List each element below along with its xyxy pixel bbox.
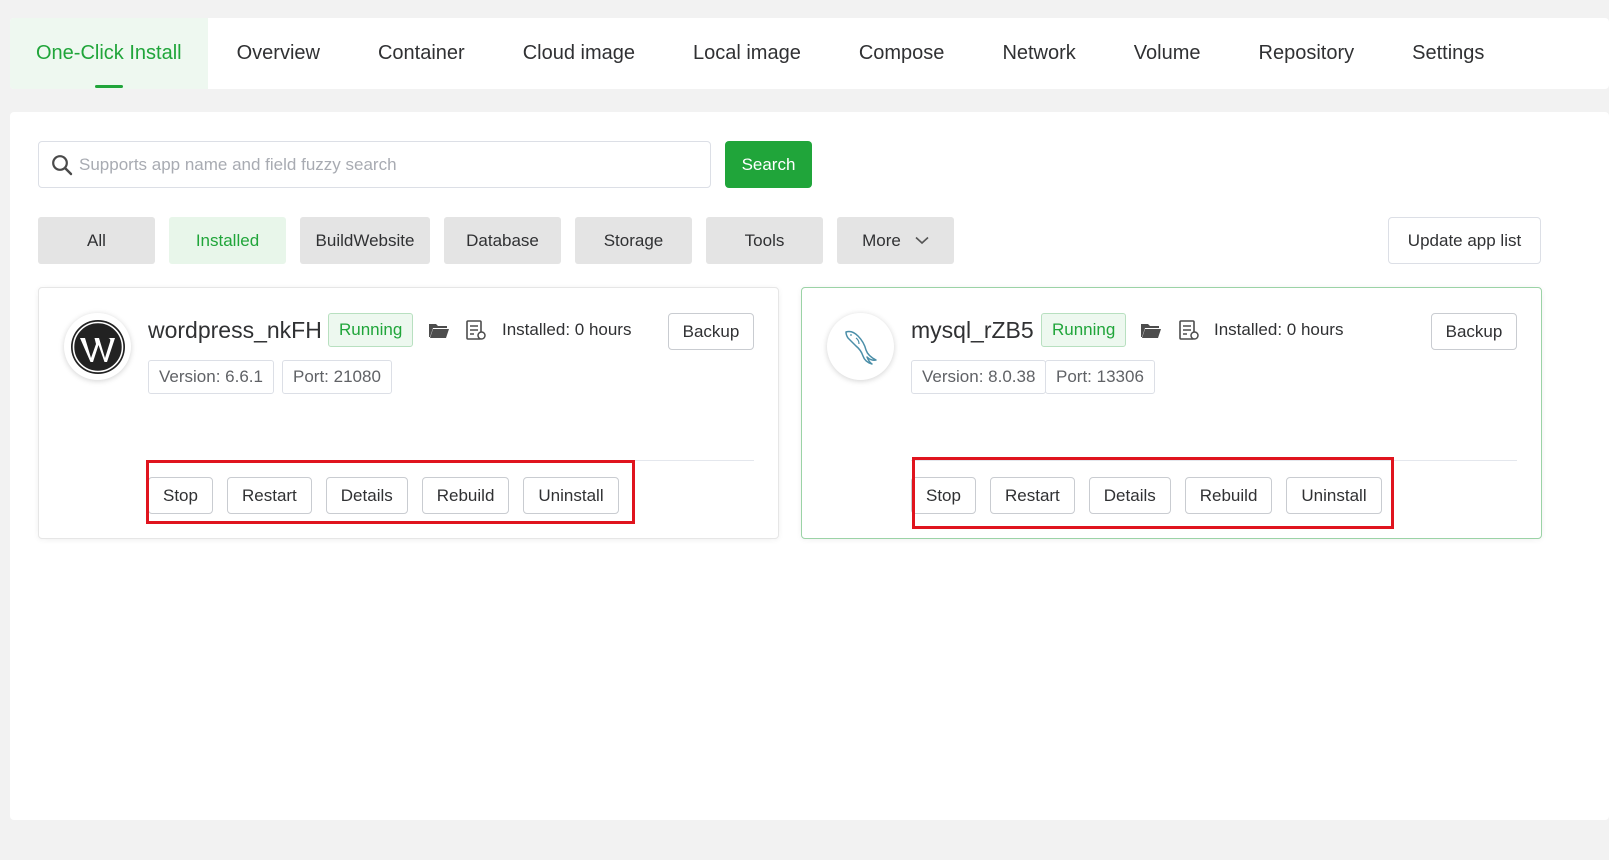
app-card-mysql: mysql_rZB5 Running Installed: 0 hours Ba… bbox=[801, 287, 1542, 539]
installed-time: Installed: 0 hours bbox=[1214, 320, 1344, 339]
search-button[interactable]: Search bbox=[725, 141, 812, 188]
rebuild-button[interactable]: Rebuild bbox=[421, 477, 510, 514]
tab-settings[interactable]: Settings bbox=[1383, 18, 1513, 89]
tab-network[interactable]: Network bbox=[973, 18, 1104, 89]
version-tag: Version: 6.6.1 bbox=[148, 360, 274, 394]
search-box bbox=[38, 141, 711, 188]
uninstall-button[interactable]: Uninstall bbox=[1286, 477, 1382, 514]
restart-button[interactable]: Restart bbox=[226, 477, 312, 514]
wordpress-logo-icon bbox=[64, 313, 131, 380]
tab-cloud-image[interactable]: Cloud image bbox=[494, 18, 664, 89]
filter-all[interactable]: All bbox=[38, 217, 155, 264]
search-input[interactable] bbox=[79, 144, 710, 185]
uninstall-button[interactable]: Uninstall bbox=[523, 477, 619, 514]
filter-database[interactable]: Database bbox=[444, 217, 561, 264]
filter-tools[interactable]: Tools bbox=[706, 217, 823, 264]
tab-volume[interactable]: Volume bbox=[1105, 18, 1230, 89]
tab-compose[interactable]: Compose bbox=[830, 18, 974, 89]
backup-button[interactable]: Backup bbox=[668, 313, 754, 350]
tab-one-click-install[interactable]: One-Click Install bbox=[10, 18, 208, 89]
log-file-icon[interactable] bbox=[1178, 319, 1200, 341]
app-name: mysql_rZB5 bbox=[911, 317, 1034, 343]
version-tag: Version: 8.0.38 bbox=[911, 360, 1047, 394]
status-badge: Running bbox=[328, 313, 414, 347]
app-store-panel: Search All Installed BuildWebsite Databa… bbox=[10, 112, 1609, 820]
app-card-wordpress: wordpress_nkFH Running Installed: 0 hour… bbox=[38, 287, 779, 539]
mysql-dolphin-icon bbox=[827, 313, 894, 380]
folder-icon[interactable] bbox=[1140, 319, 1162, 341]
port-tag: Port: 13306 bbox=[1045, 360, 1155, 394]
category-filters: All Installed BuildWebsite Database Stor… bbox=[38, 217, 968, 264]
app-actions: Stop Restart Details Rebuild Uninstall bbox=[911, 477, 1382, 514]
details-button[interactable]: Details bbox=[325, 477, 408, 514]
tab-local-image[interactable]: Local image bbox=[664, 18, 830, 89]
restart-button[interactable]: Restart bbox=[989, 477, 1075, 514]
filter-more-dropdown[interactable]: More bbox=[837, 217, 954, 264]
top-tab-bar: One-Click Install Overview Container Clo… bbox=[10, 18, 1609, 89]
folder-icon[interactable] bbox=[428, 319, 450, 341]
stop-button[interactable]: Stop bbox=[148, 477, 213, 514]
port-tag: Port: 21080 bbox=[282, 360, 392, 394]
installed-time: Installed: 0 hours bbox=[502, 320, 632, 339]
search-icon bbox=[39, 142, 79, 187]
filter-installed[interactable]: Installed bbox=[169, 217, 286, 264]
card-divider bbox=[911, 460, 1517, 461]
details-button[interactable]: Details bbox=[1088, 477, 1171, 514]
card-divider bbox=[148, 460, 754, 461]
filter-more-label: More bbox=[862, 230, 901, 250]
status-badge: Running bbox=[1041, 313, 1127, 347]
filter-storage[interactable]: Storage bbox=[575, 217, 692, 264]
app-actions: Stop Restart Details Rebuild Uninstall bbox=[148, 477, 619, 514]
log-file-icon[interactable] bbox=[465, 319, 487, 341]
chevron-down-icon bbox=[915, 236, 929, 245]
tab-container[interactable]: Container bbox=[349, 18, 494, 89]
tab-overview[interactable]: Overview bbox=[208, 18, 349, 89]
rebuild-button[interactable]: Rebuild bbox=[1184, 477, 1273, 514]
filter-buildwebsite[interactable]: BuildWebsite bbox=[300, 217, 430, 264]
backup-button[interactable]: Backup bbox=[1431, 313, 1517, 350]
tab-repository[interactable]: Repository bbox=[1230, 18, 1384, 89]
update-app-list-button[interactable]: Update app list bbox=[1388, 217, 1541, 264]
stop-button[interactable]: Stop bbox=[911, 477, 976, 514]
app-name: wordpress_nkFH bbox=[148, 317, 322, 343]
